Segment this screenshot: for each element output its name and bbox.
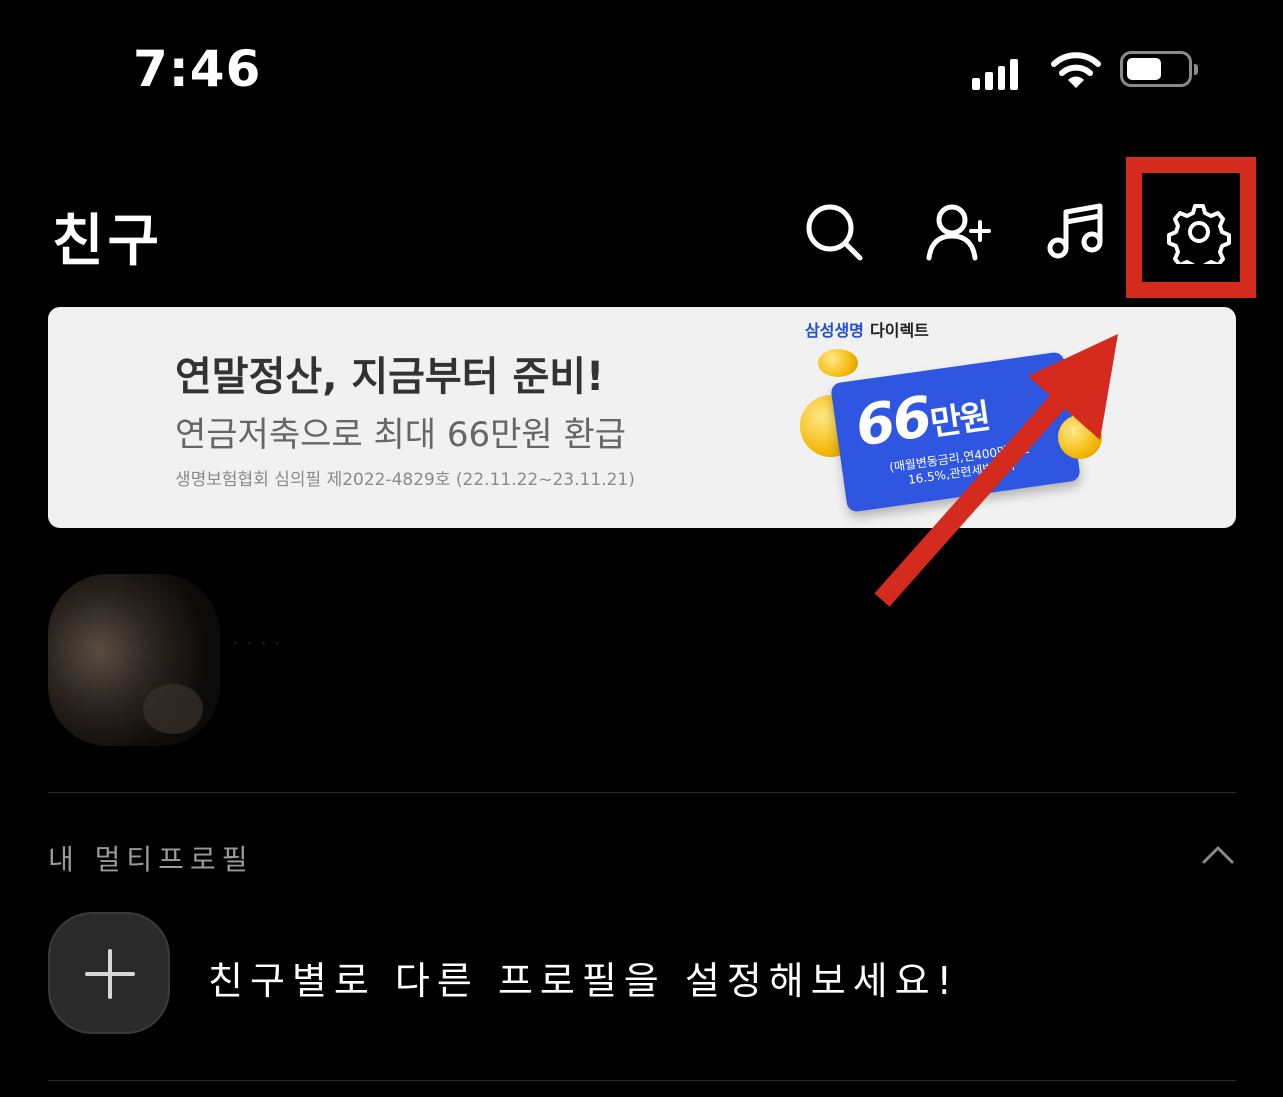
multi-profile-section-label: 내 멀티프로필 (48, 843, 254, 876)
add-friend-icon[interactable] (926, 200, 991, 264)
page-title: 친구 (52, 209, 164, 274)
status-time: 7:46 (133, 40, 262, 98)
wifi-icon (1050, 50, 1102, 94)
my-profile-name[interactable]: · · · · (232, 632, 281, 657)
cellular-signal-icon (972, 58, 1018, 90)
banner-note: 생명보험협회 심의필 제2022-4829호 (22.11.22~23.11.2… (175, 470, 635, 490)
banner-brand-primary: 삼성생명 (805, 321, 864, 340)
music-icon[interactable] (1046, 200, 1110, 264)
chevron-up-icon[interactable] (1200, 842, 1236, 866)
add-multi-profile-button[interactable] (48, 912, 170, 1034)
divider (48, 1080, 1236, 1081)
coin-image (818, 349, 858, 377)
my-profile-avatar[interactable] (48, 574, 220, 746)
search-icon[interactable] (802, 200, 866, 264)
banner-subline: 연금저축으로 최대 66만원 환급 (175, 415, 627, 455)
divider (48, 792, 1236, 793)
battery-icon (1120, 51, 1198, 87)
settings-highlight-box (1126, 157, 1256, 298)
annotation-arrow (874, 334, 1118, 607)
banner-headline: 연말정산, 지금부터 준비! (175, 354, 605, 400)
multi-profile-prompt[interactable]: 친구별로 다른 프로필을 설정해보세요! (208, 950, 959, 1005)
